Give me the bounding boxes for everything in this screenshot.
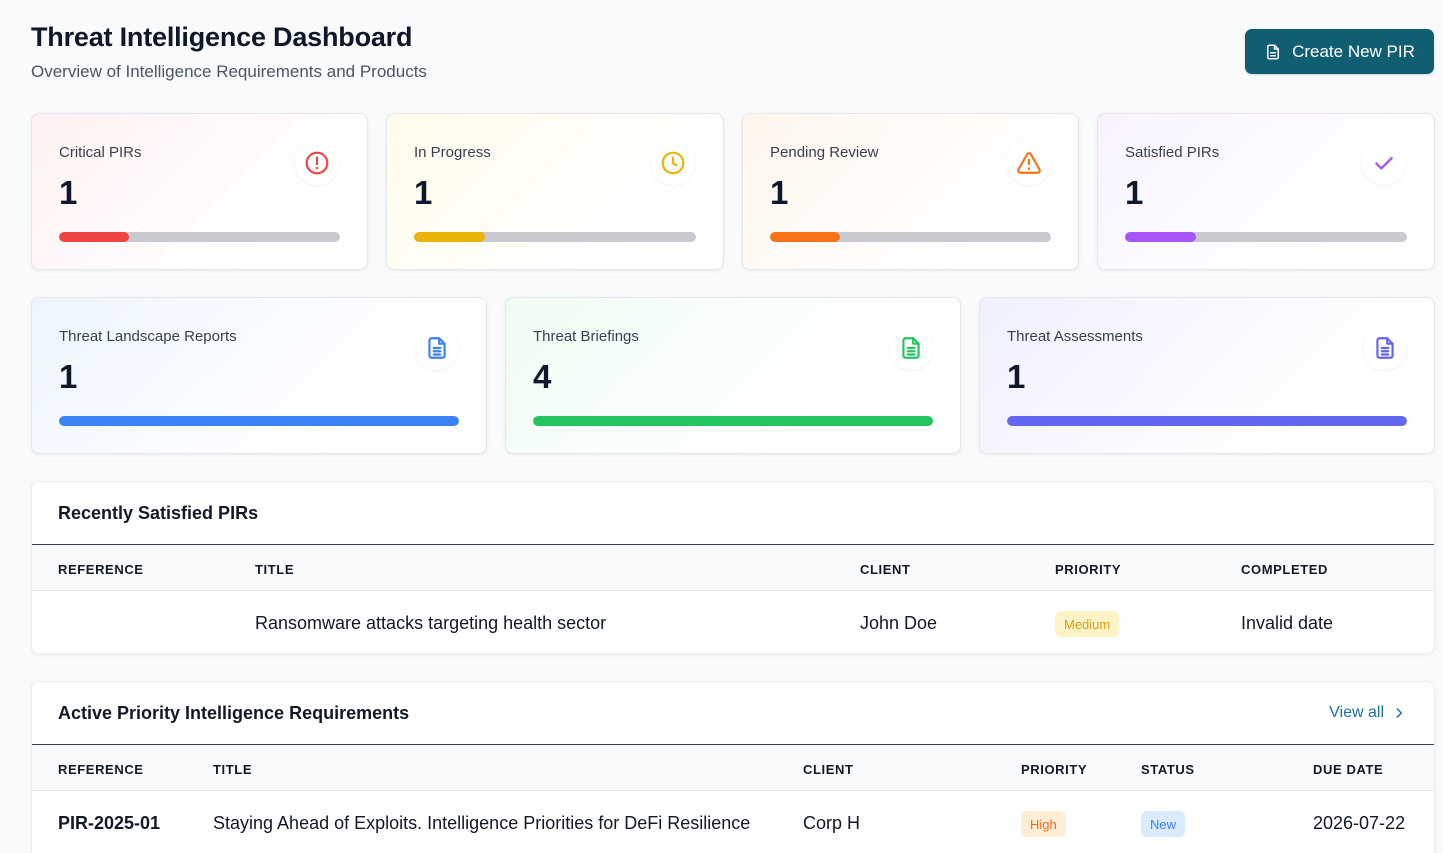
cell-title[interactable]: Ransomware attacks targeting health sect… [255, 613, 606, 634]
column-header-reference[interactable]: Reference [58, 562, 144, 577]
document-icon [1267, 44, 1280, 59]
column-header-title[interactable]: Title [255, 562, 294, 577]
table-header: Reference Title Client Priority Complete… [32, 545, 1434, 591]
cell-client: Corp H [803, 813, 861, 833]
stat-value: 1 [59, 358, 78, 395]
recently-satisfied-panel: Recently Satisfied PIRs Reference Title … [31, 481, 1435, 654]
stat-label: Pending Review [770, 144, 879, 161]
document-icon [415, 326, 459, 370]
stat-progress-bar [414, 232, 696, 242]
chevron-right-icon [1396, 708, 1403, 718]
stat-progress-fill [1125, 232, 1196, 242]
cell-completed: Invalid date [1241, 613, 1334, 633]
stat-progress-bar [59, 416, 459, 426]
document-icon [1363, 326, 1407, 370]
column-header-priority[interactable]: Priority [1021, 762, 1087, 777]
table-header: Reference Title Client Priority Status D… [32, 745, 1434, 791]
panel-title: Recently Satisfied PIRs [58, 503, 259, 523]
page-subtitle: Overview of Intelligence Requirements an… [31, 62, 427, 81]
column-header-reference[interactable]: Reference [58, 762, 144, 777]
stat-progress-bar [1007, 416, 1407, 426]
table-row[interactable]: Ransomware attacks targeting health sect… [32, 592, 1434, 653]
stat-label: Critical PIRs [59, 144, 142, 161]
stat-value: 1 [1007, 358, 1026, 395]
stat-label: Satisfied PIRs [1125, 144, 1220, 161]
active-pirs-panel: Active Priority Intelligence Requirement… [31, 681, 1435, 853]
cell-reference[interactable]: PIR-2025-01 [58, 813, 160, 834]
stat-label: Threat Assessments [1007, 328, 1143, 345]
column-header-client[interactable]: Client [860, 562, 911, 577]
page-header: Threat Intelligence Dashboard Overview o… [31, 22, 427, 82]
column-header-client[interactable]: Client [803, 762, 854, 777]
stat-progress-fill [770, 232, 841, 242]
stat-label: Threat Briefings [533, 328, 639, 345]
column-header-status[interactable]: Status [1141, 762, 1195, 777]
create-new-pir-label: Create New PIR [1292, 41, 1415, 61]
view-all-label: View all [1329, 704, 1384, 721]
stat-label: In Progress [414, 144, 491, 161]
clock-icon [651, 141, 695, 185]
stat-card-critical-pirs[interactable]: Critical PIRs 1 [31, 113, 368, 270]
stat-progress-fill [533, 416, 933, 426]
priority-badge: High [1021, 811, 1066, 837]
column-header-priority[interactable]: Priority [1055, 562, 1121, 577]
stat-label: Threat Landscape Reports [59, 328, 237, 345]
column-header-due-date[interactable]: Due Date [1313, 762, 1383, 777]
stat-card-satisfied-pirs[interactable]: Satisfied PIRs 1 [1097, 113, 1435, 270]
stat-progress-fill [59, 416, 459, 426]
cell-due-date: 2026-07-22 [1313, 813, 1406, 833]
page-title: Threat Intelligence Dashboard [31, 22, 413, 52]
stat-card-threat-briefings[interactable]: Threat Briefings 4 [505, 297, 961, 454]
alert-circle-icon [295, 141, 339, 185]
stat-card-pending-review[interactable]: Pending Review 1 [742, 113, 1079, 270]
warning-triangle-icon [1007, 141, 1051, 185]
column-header-title[interactable]: Title [213, 762, 252, 777]
stat-card-threat-assessments[interactable]: Threat Assessments 1 [979, 297, 1435, 454]
cell-client: John Doe [860, 613, 938, 633]
stat-value: 4 [533, 358, 552, 395]
document-icon [889, 326, 933, 370]
stat-value: 1 [770, 174, 789, 211]
cell-title[interactable]: Staying Ahead of Exploits. Intelligence … [213, 813, 750, 834]
check-icon [1362, 141, 1406, 185]
priority-badge: Medium [1055, 611, 1120, 637]
column-header-completed[interactable]: Completed [1241, 562, 1328, 577]
stat-card-threat-landscape-reports[interactable]: Threat Landscape Reports 1 [31, 297, 487, 454]
stat-progress-bar [1125, 232, 1407, 242]
stat-progress-fill [414, 232, 485, 242]
stat-value: 1 [414, 174, 433, 211]
panel-title: Active Priority Intelligence Requirement… [58, 703, 410, 723]
create-new-pir-button[interactable]: Create New PIR [1245, 29, 1434, 74]
stat-progress-bar [770, 232, 1051, 242]
view-all-link[interactable]: View all [1329, 704, 1406, 722]
stat-progress-bar [59, 232, 340, 242]
status-badge: New [1141, 811, 1186, 837]
stat-progress-fill [1007, 416, 1407, 426]
stat-progress-fill [59, 232, 130, 242]
stat-card-in-progress[interactable]: In Progress 1 [386, 113, 724, 270]
stat-value: 1 [59, 174, 78, 211]
table-row[interactable]: PIR-2025-01 Staying Ahead of Exploits. I… [32, 792, 1434, 853]
stat-progress-bar [533, 416, 933, 426]
stat-value: 1 [1125, 174, 1144, 211]
